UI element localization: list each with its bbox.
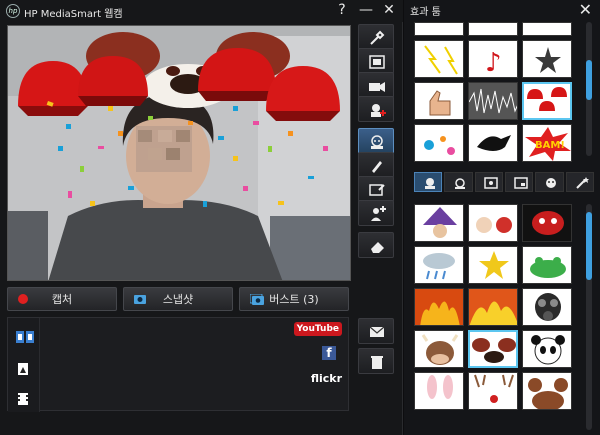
youtube-share-button[interactable]: YouTube [293,322,342,336]
svg-text:♪: ♪ [485,48,502,78]
effect-thumb-sparkle[interactable] [522,40,572,78]
root: hp HP MediaSmart 웹캠 ? — ✕ 캡처 스냅샷 버스트 (3)… [0,0,600,435]
minimize-button[interactable]: — [357,1,375,19]
effect-thumb-gas-mask[interactable] [522,288,572,326]
effect-thumb[interactable] [468,22,518,36]
magic-tab-icon [575,177,589,189]
hp-logo-icon: hp [6,4,20,18]
effects-panel-title: 효과 툼 [410,7,441,18]
eraser-icon [371,242,384,253]
effect-thumb-fire[interactable] [414,288,464,326]
pencil-icon [372,161,382,173]
tools-icon [370,30,385,45]
tab-screen[interactable] [504,172,534,192]
effect-thumb-witch[interactable] [414,204,464,242]
effect-thumb-dog[interactable] [468,330,518,368]
gallery-filter-strip [8,318,40,412]
effect-thumb-lightning[interactable] [414,40,464,78]
burst-button[interactable]: 버스트 (3) [239,287,349,311]
webcam-scene [8,26,350,280]
help-button[interactable]: ? [333,1,351,19]
effects-close-button[interactable]: ✕ [579,0,592,19]
effect-thumb-splash[interactable] [414,124,464,162]
effect-thumb-masquerade[interactable] [522,204,572,242]
capture-button[interactable]: 캡처 [7,287,117,311]
envelope-icon [369,326,385,337]
effect-thumb-waveform[interactable] [468,82,518,120]
trash-icon [371,356,383,369]
frame-edit-icon [369,184,385,196]
effects-panel: 효과 툼 ✕ ♪ BAM! [404,0,600,435]
webcam-preview [7,25,351,281]
effect-thumb-angel-devil[interactable] [468,204,518,242]
avatar-effect-button[interactable] [358,128,394,154]
effect-thumb-bam[interactable]: BAM! [522,124,572,162]
photo-filter-icon[interactable] [16,360,32,375]
camera-video-icon [369,82,385,92]
effect-thumb-bunny[interactable] [414,372,464,410]
snapshot-button[interactable]: 스냅샷 [123,287,233,311]
title-bar: hp HP MediaSmart 웹캠 ? — ✕ [0,0,403,22]
effect-thumb-frog[interactable] [522,246,572,284]
effects-bottom-scroll-knob[interactable] [586,212,592,280]
tools-button[interactable] [358,24,394,50]
effect-thumb-thumbsup[interactable] [414,82,464,120]
effect-thumb-bear[interactable] [522,372,572,410]
smiley-tab-icon [546,178,557,188]
effects-category-tabs [414,172,594,192]
effect-thumb-rain-cloud[interactable] [414,246,464,284]
svg-text:BAM!: BAM! [535,140,565,151]
close-button[interactable]: ✕ [380,1,398,19]
app-title: HP MediaSmart 웹캠 [24,9,123,20]
media-gallery-panel: YouTube f flickr [7,317,349,412]
eraser-button[interactable] [358,232,394,258]
camera-icon [134,294,146,307]
effect-thumb-music[interactable]: ♪ [468,40,518,78]
effect-thumb-flames[interactable] [468,288,518,326]
effects-bottom-scrollbar[interactable] [586,204,592,430]
frame-icon [369,55,385,69]
effect-tab-icon [455,178,466,189]
avatar-add-button[interactable] [358,96,394,122]
effects-grid-top: ♪ BAM! [414,22,572,162]
tab-magic[interactable] [565,172,594,192]
effect-thumb-panda[interactable] [522,330,572,368]
delete-button[interactable] [358,348,394,374]
tab-smiley[interactable] [535,172,564,192]
avatar-add-icon [371,104,386,117]
avatar-effect-icon [371,135,383,149]
person-add-button[interactable] [358,200,394,226]
video-filter-icon[interactable] [16,390,32,405]
effects-top-scroll-knob[interactable] [586,60,592,100]
effect-thumb-cow[interactable] [414,330,464,368]
frame-edit-button[interactable] [358,176,394,202]
effect-thumb-stars[interactable] [468,246,518,284]
tab-frame[interactable] [474,172,503,192]
tab-effect[interactable] [444,172,473,192]
effect-thumb[interactable] [414,22,464,36]
pencil-button[interactable] [358,152,394,178]
burst-camera-icon [249,293,264,308]
effect-thumb-bird[interactable] [468,124,518,162]
frame-button[interactable] [358,48,394,74]
effects-grid-bottom [414,204,572,410]
tab-avatar[interactable] [414,172,443,192]
person-add-icon [371,206,386,221]
facebook-share-button[interactable]: f [322,346,336,360]
effect-thumb-red-domes[interactable] [522,82,572,120]
all-media-icon[interactable] [16,328,34,343]
frame-tab-icon [483,177,498,189]
effects-top-scrollbar[interactable] [586,22,592,156]
flickr-share-button[interactable]: flickr [311,372,342,385]
email-button[interactable] [358,318,394,344]
effect-thumb[interactable] [522,22,572,36]
record-dot-icon [18,294,28,307]
effect-thumb-reindeer[interactable] [468,372,518,410]
screen-tab-icon [514,177,528,189]
avatar-tab-icon [425,178,435,189]
main-window: hp HP MediaSmart 웹캠 ? — ✕ 캡처 스냅샷 버스트 (3)… [0,0,403,435]
video-camera-button[interactable] [358,72,394,98]
